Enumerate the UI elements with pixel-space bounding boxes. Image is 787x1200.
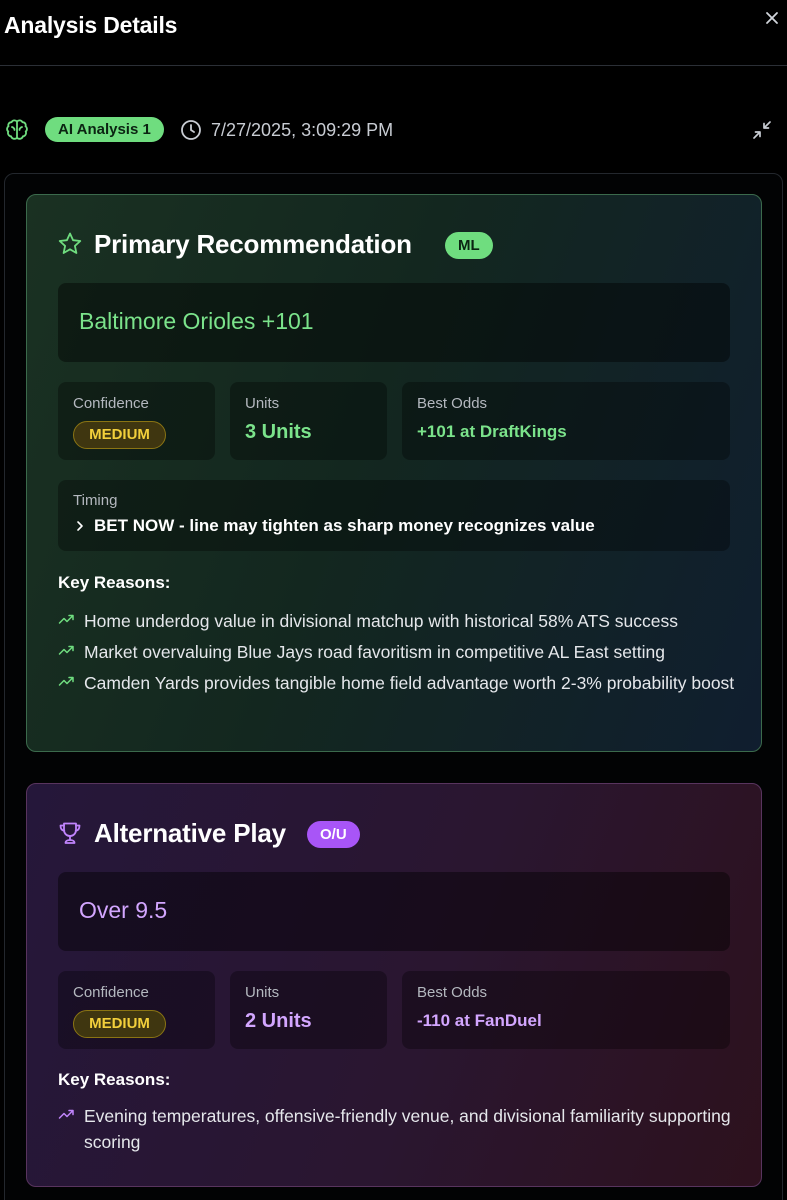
bet-type-badge: ML: [445, 232, 493, 259]
stat-label: Units: [245, 395, 280, 412]
units-stat: Units 3 Units: [230, 382, 387, 460]
timing-label: Timing: [73, 492, 118, 509]
stat-label: Confidence: [73, 395, 149, 412]
alternative-play-card: Alternative Play O/U Over 9.5 Confidence…: [26, 783, 762, 1187]
reason-text: Evening temperatures, offensive-friendly…: [84, 1106, 731, 1152]
bet-type-badge: O/U: [307, 821, 360, 848]
trending-up-icon: [58, 614, 74, 624]
minimize-icon[interactable]: [750, 118, 774, 142]
confidence-stat: Confidence MEDIUM: [58, 971, 215, 1049]
brain-icon: [6, 119, 28, 140]
best-odds-stat: Best Odds +101 at DraftKings: [402, 382, 730, 460]
best-odds-value: +101 at DraftKings: [417, 422, 567, 441]
reason-text: Camden Yards provides tangible home fiel…: [84, 673, 735, 693]
stat-label: Units: [245, 984, 280, 1001]
pick-box: Baltimore Orioles +101: [58, 283, 730, 362]
analysis-meta-row: AI Analysis 1 7/27/2025, 3:09:29 PM: [0, 112, 787, 148]
best-odds-value: -110 at FanDuel: [417, 1011, 542, 1030]
confidence-badge: MEDIUM: [73, 1010, 166, 1038]
analysis-timestamp: 7/27/2025, 3:09:29 PM: [211, 120, 394, 140]
clock-icon: [181, 120, 201, 140]
confidence-stat: Confidence MEDIUM: [58, 382, 215, 460]
trophy-icon: [59, 822, 81, 844]
close-icon[interactable]: [762, 8, 782, 28]
modal-header: Analysis Details: [0, 0, 787, 66]
stat-label: Confidence: [73, 984, 149, 1001]
pick-box: Over 9.5: [58, 872, 730, 951]
key-reasons-title: Key Reasons:: [58, 1070, 171, 1089]
pick-text: Baltimore Orioles +101: [79, 308, 314, 334]
best-odds-stat: Best Odds -110 at FanDuel: [402, 971, 730, 1049]
card-title: Primary Recommendation: [94, 229, 412, 259]
units-value: 3 Units: [245, 421, 312, 443]
key-reasons-title: Key Reasons:: [58, 573, 171, 592]
analysis-badge: AI Analysis 1: [45, 117, 164, 142]
trending-up-icon: [58, 1109, 74, 1119]
trending-up-icon: [58, 645, 74, 655]
trending-up-icon: [58, 676, 74, 686]
primary-recommendation-card: Primary Recommendation ML Baltimore Orio…: [26, 194, 762, 752]
chevron-right-icon: [77, 521, 83, 531]
pick-text: Over 9.5: [79, 897, 168, 923]
stat-label: Best Odds: [417, 984, 488, 1001]
confidence-badge: MEDIUM: [73, 421, 166, 449]
card-title: Alternative Play: [94, 818, 286, 848]
reason-text: Home underdog value in divisional matchu…: [84, 611, 679, 631]
stat-label: Best Odds: [417, 395, 488, 412]
timing-box: Timing BET NOW - line may tighten as sha…: [58, 480, 730, 551]
modal-title: Analysis Details: [4, 12, 178, 38]
star-icon: [58, 232, 82, 254]
units-value: 2 Units: [245, 1010, 312, 1032]
timing-text: BET NOW - line may tighten as sharp mone…: [94, 516, 595, 535]
units-stat: Units 2 Units: [230, 971, 387, 1049]
reason-text: Market overvaluing Blue Jays road favori…: [84, 642, 666, 662]
